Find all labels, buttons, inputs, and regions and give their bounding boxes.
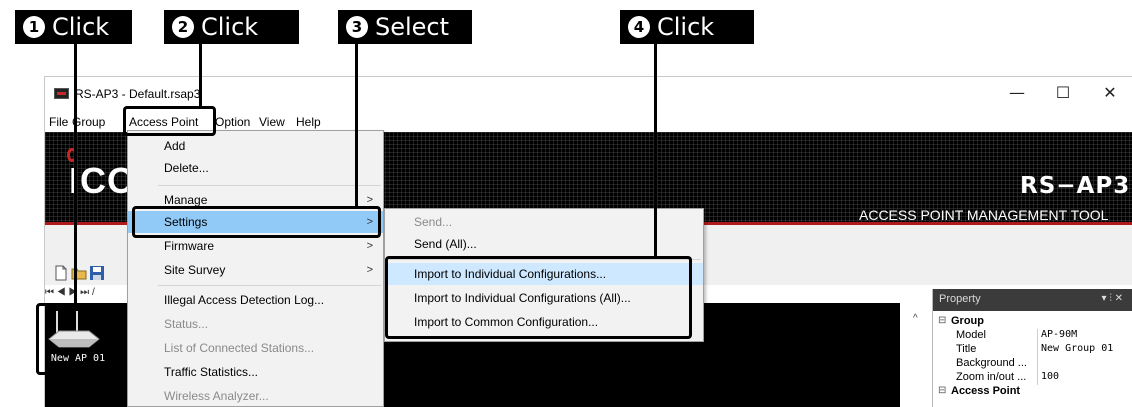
menu-item-traffic-statistics[interactable]: Traffic Statistics... [128,361,383,383]
callout-line-1 [74,44,77,304]
callout-step-4: 4 Click [620,10,754,44]
callout-step-1: 1 Click [15,10,132,44]
panel-controls-icon[interactable]: ▾ ⫶ ✕ [1102,293,1123,304]
menu-separator [158,285,381,286]
property-key: Model [956,329,986,341]
callout-line-3 [355,44,358,207]
menu-item-firmware[interactable]: Firmware > [128,235,383,257]
property-key: Zoom in/out ... [956,371,1027,383]
navigation-row[interactable]: ⏮ ◀ ▶ ⏭ / [45,287,135,303]
menu-item-label: Manage [164,193,208,207]
highlight-access-point-menu [123,106,216,136]
access-point-menu: Add Delete... Manage > Settings > Firmware… [127,130,384,407]
product-subtitle: ACCESS POINT MANAGEMENT TOOL [859,207,1109,223]
property-row[interactable]: Background ... [933,357,1132,371]
callout-line-4 [654,44,657,257]
property-key: Group [951,315,984,327]
submenu-arrow-icon: > [366,240,373,252]
highlight-import-options [385,256,692,339]
property-group-row[interactable]: Group [933,315,1132,329]
property-panel: Property ▾ ⫶ ✕ Group Model AP-90M Title … [932,289,1132,407]
property-row[interactable]: Zoom in/out ... 100 [933,371,1132,385]
callout-step-2: 2 Click [164,10,299,44]
property-panel-title: Property [939,293,981,305]
menu-item-site-survey[interactable]: Site Survey > [128,259,383,281]
close-button[interactable]: ✕ [1095,83,1125,103]
property-group-row[interactable]: Access Point [933,385,1132,399]
property-key: Background ... [956,357,1027,369]
menu-option[interactable]: Option [215,115,250,129]
submenu-arrow-icon: > [366,264,373,276]
callout-label: Select [375,13,450,41]
menu-view[interactable]: View [259,115,285,129]
menu-item-status[interactable]: Status... [128,313,383,335]
step-number-badge: 3 [346,16,368,38]
menu-item-wireless-analyzer[interactable]: Wireless Analyzer... [128,385,383,407]
menu-item-connected-stations[interactable]: List of Connected Stations... [128,337,383,359]
menu-item-add[interactable]: Add [128,135,383,157]
property-panel-header: Property ▾ ⫶ ✕ [933,289,1132,311]
app-icon [54,88,69,99]
property-row[interactable]: Title New Group 01 [933,343,1132,357]
maximize-button[interactable]: ☐ [1048,83,1078,103]
property-key: Access Point [951,385,1021,397]
menu-item-label: Firmware [164,239,214,253]
step-number-badge: 2 [172,16,194,38]
property-row[interactable]: Model AP-90M [933,329,1132,343]
menu-group[interactable]: Group [72,115,105,129]
window-title: RS-AP3 - Default.rsap3 [75,87,201,101]
callout-label: Click [201,13,259,41]
new-file-icon[interactable] [53,265,69,281]
property-value: 100 [1041,371,1060,382]
product-name: RS−AP3 [1020,173,1131,199]
save-icon[interactable] [89,265,105,281]
step-number-badge: 1 [23,16,45,38]
callout-line-2 [199,44,202,107]
highlight-ap-tile [36,303,116,375]
menu-item-label: Site Survey [164,263,226,277]
property-value: New Group 01 [1041,343,1114,354]
callout-step-3: 3 Select [338,10,472,44]
callout-label: Click [657,13,715,41]
menu-separator [158,185,381,186]
menu-help[interactable]: Help [296,115,321,129]
property-value: AP-90M [1041,329,1078,340]
scroll-up-icon[interactable]: ^ [913,313,918,324]
minimize-button[interactable]: — [1002,83,1032,103]
callout-label: Click [52,13,110,41]
highlight-settings-item [132,206,381,238]
step-number-badge: 4 [628,16,650,38]
menu-item-illegal-access-log[interactable]: Illegal Access Detection Log... [128,289,383,311]
menu-item-delete[interactable]: Delete... [128,157,383,179]
menu-file[interactable]: File [49,115,68,129]
property-key: Title [956,343,977,355]
